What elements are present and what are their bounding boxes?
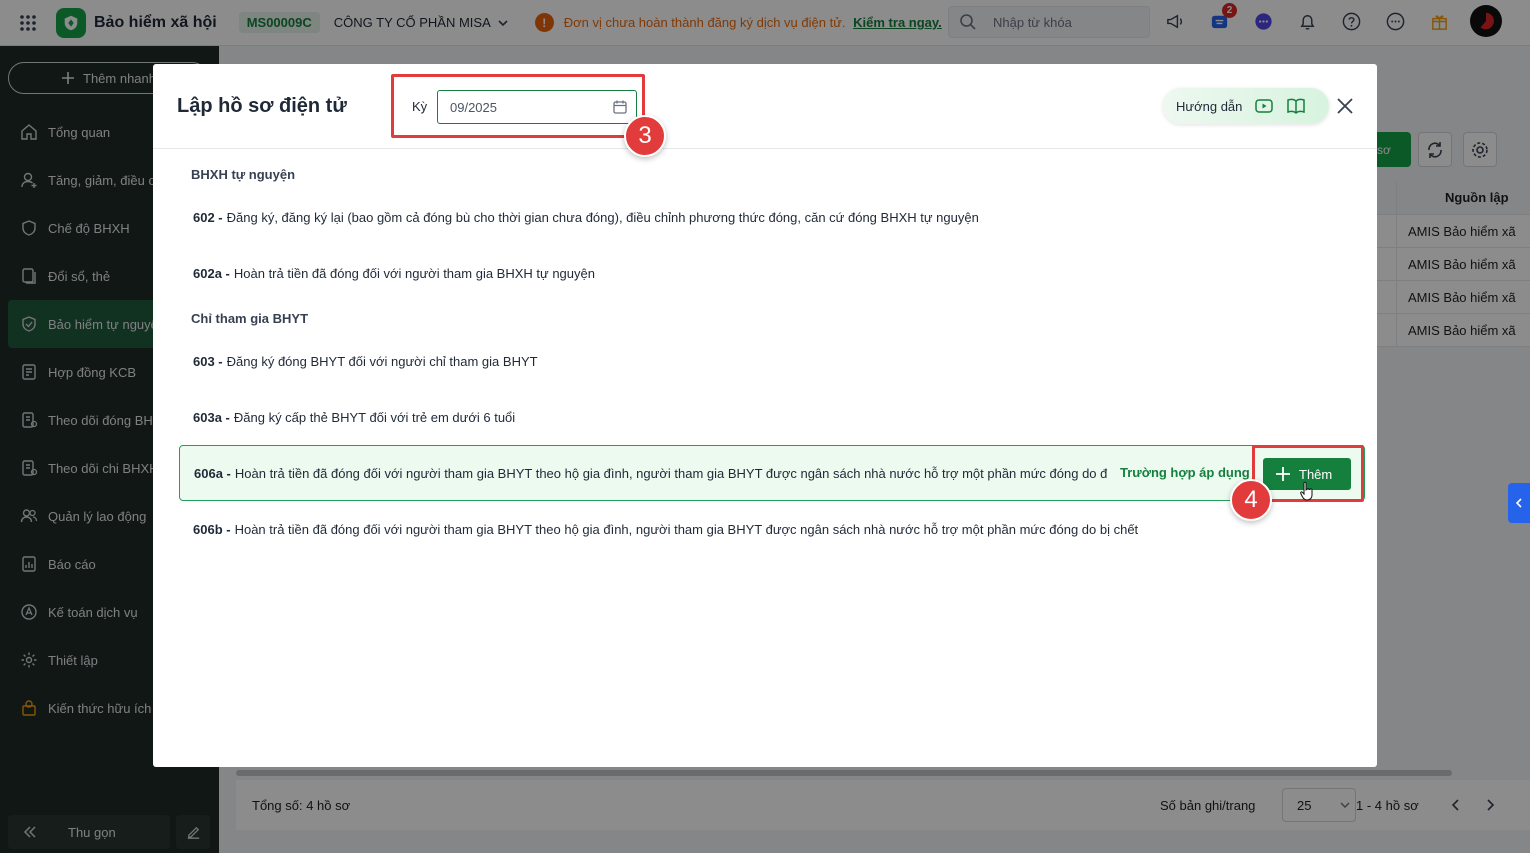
add-label: Thêm bbox=[1299, 466, 1333, 482]
form-row-602[interactable]: 602 - Đăng ký, đăng ký lại (bao gồm cả đ… bbox=[179, 189, 1365, 245]
form-description: Hoàn trả tiền đã đóng đối với người tham… bbox=[234, 465, 1107, 481]
form-code: 602a - bbox=[193, 265, 230, 281]
form-code: 602 - bbox=[193, 209, 223, 225]
form-row-606b[interactable]: 606b - Hoàn trả tiền đã đóng đối với ngư… bbox=[179, 501, 1365, 557]
close-dialog-button[interactable] bbox=[1331, 92, 1359, 120]
dialog-title: Lập hồ sơ điện tử bbox=[177, 95, 347, 117]
form-description: Đăng ký cấp thẻ BHYT đối với trẻ em dưới… bbox=[233, 409, 516, 425]
book-icon[interactable] bbox=[1286, 96, 1306, 116]
form-row-603[interactable]: 603 - Đăng ký đóng BHYT đối với người ch… bbox=[179, 333, 1365, 389]
dialog-header: Lập hồ sơ điện tử Kỳ 09/2025 3 Hướng dẫn bbox=[153, 64, 1377, 157]
chevron-left-icon bbox=[1515, 498, 1522, 508]
calendar-icon[interactable] bbox=[612, 99, 628, 115]
guide-button[interactable]: Hướng dẫn bbox=[1163, 88, 1329, 124]
period-label: Kỳ bbox=[412, 99, 428, 114]
form-description: Đăng ký, đăng ký lại (bao gồm cả đóng bù… bbox=[226, 209, 979, 225]
form-description: Hoàn trả tiền đã đóng đối với người tham… bbox=[234, 521, 1139, 537]
form-row-606a[interactable]: 606a - Hoàn trả tiền đã đóng đối với ngư… bbox=[179, 445, 1365, 501]
period-annotation-box: Kỳ 09/2025 bbox=[391, 74, 645, 138]
form-row-602a[interactable]: 602a - Hoàn trả tiền đã đóng đối với ngư… bbox=[179, 245, 1365, 301]
period-value: 09/2025 bbox=[450, 99, 497, 115]
group-title-voluntary: BHXH tự nguyện bbox=[191, 167, 296, 182]
form-code: 606a - bbox=[194, 465, 231, 481]
form-code: 603a - bbox=[193, 409, 230, 425]
hand-cursor-icon bbox=[1300, 481, 1313, 501]
form-description: Hoàn trả tiền đã đóng đối với người tham… bbox=[233, 265, 595, 281]
close-icon bbox=[1337, 98, 1353, 114]
group-title-health-only: Chỉ tham gia BHYT bbox=[191, 311, 309, 326]
period-picker[interactable]: 09/2025 bbox=[437, 90, 637, 124]
video-play-icon[interactable] bbox=[1254, 96, 1274, 116]
form-description: Đăng ký đóng BHYT đối với người chỉ tham… bbox=[226, 353, 538, 369]
applicable-cases-link[interactable]: Trường hợp áp dụng bbox=[1120, 465, 1250, 480]
step-4-marker: 4 bbox=[1230, 479, 1272, 521]
form-code: 603 - bbox=[193, 353, 223, 369]
form-row-603a[interactable]: 603a - Đăng ký cấp thẻ BHYT đối với trẻ … bbox=[179, 389, 1365, 445]
form-code: 606b - bbox=[193, 521, 231, 537]
side-panel-toggle[interactable] bbox=[1508, 483, 1530, 523]
step-3-marker: 3 bbox=[624, 115, 666, 157]
plus-icon bbox=[1276, 467, 1290, 481]
create-electronic-record-dialog: Lập hồ sơ điện tử Kỳ 09/2025 3 Hướng dẫn… bbox=[153, 64, 1377, 767]
guide-label: Hướng dẫn bbox=[1176, 98, 1243, 114]
